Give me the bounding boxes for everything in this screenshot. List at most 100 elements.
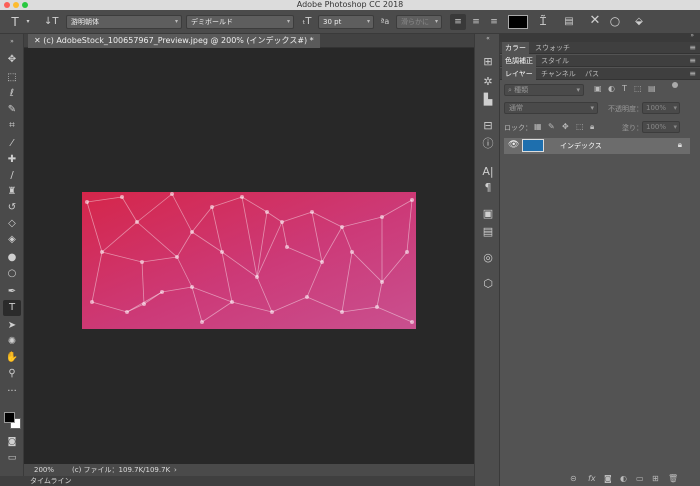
tab-paths[interactable]: パス (582, 68, 602, 80)
add-mask-icon[interactable]: ◙ (604, 474, 612, 483)
edit-toolbar-icon[interactable]: ··· (3, 384, 21, 400)
layer-row[interactable]: 👁︎ インデックス 🔒︎ (504, 138, 690, 154)
link-layers-icon[interactable]: ⊝ (570, 474, 577, 483)
zoom-tool-icon[interactable]: ⚲ (3, 366, 21, 382)
pen-tool-icon[interactable]: ✒ (3, 284, 21, 300)
panel-menu-icon[interactable]: ≡ (689, 42, 696, 54)
layer-filter-select[interactable]: ⌕ 種類 ▾ (504, 84, 584, 96)
foreground-color-swatch[interactable] (4, 412, 15, 423)
lock-transparent-icon[interactable]: ▦ (534, 122, 542, 131)
info-panel-icon[interactable]: ⓘ (480, 136, 496, 152)
path-selection-tool-icon[interactable]: ➤ (3, 318, 21, 334)
dodge-tool-icon[interactable]: ○ (3, 266, 21, 282)
panel-menu-icon[interactable]: ≡ (689, 68, 696, 80)
document-canvas-image[interactable] (82, 192, 416, 329)
commit-edit-icon[interactable]: ○ (608, 14, 622, 28)
tab-adjustments[interactable]: 色調補正 (502, 55, 536, 67)
new-layer-icon[interactable]: ⊞ (652, 474, 659, 483)
toggle-text-orientation-icon[interactable]: ↓T (44, 15, 59, 29)
libraries-panel-icon[interactable]: ◎ (480, 250, 496, 266)
healing-brush-tool-icon[interactable]: ✚ (3, 152, 21, 168)
zoom-window-button[interactable] (22, 2, 28, 8)
document-tab[interactable]: ✕ (c) AdobeStock_100657967_Preview.jpeg … (28, 34, 320, 48)
align-left-icon[interactable]: ≡ (450, 14, 466, 30)
eyedropper-tool-icon[interactable]: ⁄ (3, 136, 21, 152)
lock-all-icon[interactable]: 🔒︎ (590, 122, 594, 132)
navigator-panel-icon[interactable]: ⊟ (480, 118, 496, 134)
panel-menu-icon[interactable]: ≡ (689, 55, 696, 67)
history-panel-icon[interactable]: ⊞ (480, 54, 496, 70)
tab-color[interactable]: カラー (502, 42, 529, 54)
paragraph-panel-icon[interactable]: ¶ (480, 180, 496, 196)
adjustments-panel-icon[interactable]: ✲ (480, 74, 496, 90)
filter-toggle-icon[interactable] (672, 82, 678, 88)
collapse-toolbar-icon[interactable]: » (3, 38, 21, 46)
zoom-level[interactable]: 200% (34, 464, 54, 476)
type-tool-icon[interactable]: T (3, 300, 21, 316)
delete-layer-icon[interactable]: 🗑︎ (668, 474, 678, 483)
history-brush-tool-icon[interactable]: ↺ (3, 200, 21, 216)
notes-panel-icon[interactable]: ▤ (480, 224, 496, 240)
character-panel-icon[interactable]: A| (480, 164, 496, 180)
brush-tool-icon[interactable]: / (3, 168, 21, 184)
collapse-panels-icon[interactable]: « (480, 34, 496, 44)
quick-selection-tool-icon[interactable]: ✎ (3, 102, 21, 118)
tab-layers[interactable]: レイヤー (502, 68, 536, 80)
opacity-field[interactable]: 100% ▾ (642, 102, 680, 114)
filter-shape-icon[interactable]: ⬚ (634, 84, 642, 93)
lock-position-icon[interactable]: ✥ (562, 122, 569, 131)
filter-adjustment-icon[interactable]: ◐ (608, 84, 615, 93)
blur-tool-icon[interactable]: ● (3, 250, 21, 266)
eraser-tool-icon[interactable]: ◇ (3, 216, 21, 232)
lock-image-icon[interactable]: ✎ (548, 122, 555, 131)
tab-styles[interactable]: スタイル (538, 55, 572, 67)
3d-panel-icon[interactable]: ⬡ (480, 276, 496, 292)
new-group-icon[interactable]: ▭ (636, 474, 644, 483)
type-tool-preset-icon[interactable]: T (8, 15, 22, 29)
tab-swatches[interactable]: スウォッチ (532, 42, 573, 54)
cancel-edit-icon[interactable]: ✕ (588, 14, 602, 28)
histogram-panel-icon[interactable]: ▙ (480, 92, 496, 108)
lock-artboard-icon[interactable]: ⬚ (576, 122, 584, 131)
fill-field[interactable]: 100% ▾ (642, 121, 680, 133)
antialias-select[interactable]: 滑らかに ▾ (396, 15, 442, 29)
warp-text-icon[interactable]: Ɪ̃ (536, 15, 550, 29)
collapse-dock-icon[interactable]: » (690, 32, 694, 39)
layer-name[interactable]: インデックス (560, 141, 602, 151)
move-tool-icon[interactable]: ✥ (3, 52, 21, 68)
layer-style-icon[interactable]: fx (588, 474, 596, 483)
font-family-select[interactable]: 游明朝体 ▾ (66, 15, 182, 29)
close-tab-icon[interactable]: ✕ (34, 36, 43, 45)
blend-mode-select[interactable]: 通常 ▾ (504, 102, 598, 114)
lasso-tool-icon[interactable]: ℓ (3, 86, 21, 102)
file-size-info[interactable]: (c) ファイル：109.7K/109.7K (72, 464, 170, 476)
preset-dropdown-icon[interactable]: ▾ (24, 15, 32, 29)
timeline-panel-tab[interactable]: タイムライン (0, 476, 474, 486)
visibility-eye-icon[interactable]: 👁︎ (508, 140, 519, 150)
text-color-swatch[interactable] (508, 15, 528, 29)
font-style-select[interactable]: デミボールド ▾ (186, 15, 294, 29)
font-size-select[interactable]: 30 pt ▾ (318, 15, 374, 29)
align-center-icon[interactable]: ≡ (468, 14, 484, 30)
filter-smart-object-icon[interactable]: ▤ (648, 84, 656, 93)
marquee-tool-icon[interactable]: ⬚ (3, 70, 21, 86)
filter-type-icon[interactable]: T (622, 84, 627, 93)
quick-mask-icon[interactable]: ◙ (3, 434, 21, 450)
properties-panel-icon[interactable]: ▣ (480, 206, 496, 222)
minimize-window-button[interactable] (13, 2, 19, 8)
clone-stamp-tool-icon[interactable]: ♜ (3, 184, 21, 200)
align-right-icon[interactable]: ≡ (486, 14, 502, 30)
filter-pixel-icon[interactable]: ▣ (594, 84, 602, 93)
custom-shape-tool-icon[interactable]: ✺ (3, 334, 21, 350)
close-window-button[interactable] (4, 2, 10, 8)
hand-tool-icon[interactable]: ✋ (3, 350, 21, 366)
status-menu-arrow-icon[interactable]: › (174, 464, 177, 476)
adjustment-layer-icon[interactable]: ◐ (620, 474, 627, 483)
tab-channels[interactable]: チャンネル (538, 68, 579, 80)
3d-text-icon[interactable]: ⬙ (632, 15, 646, 29)
canvas-area[interactable] (24, 48, 474, 464)
crop-tool-icon[interactable]: ⌗ (3, 118, 21, 134)
character-panel-icon[interactable]: ▤ (562, 15, 576, 29)
screen-mode-icon[interactable]: ▭ (3, 450, 21, 466)
paint-bucket-tool-icon[interactable]: ◈ (3, 232, 21, 248)
